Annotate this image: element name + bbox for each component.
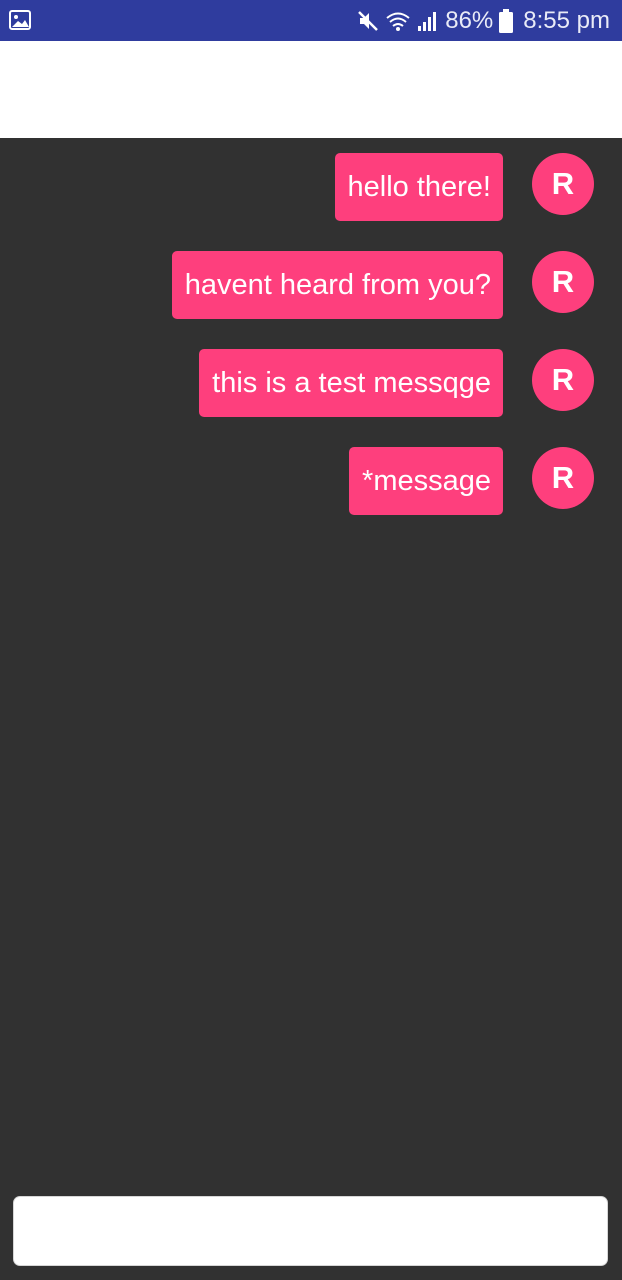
- vibrate-off-icon: [357, 10, 379, 32]
- message-row: *message R: [0, 447, 622, 545]
- message-list: hello there! R havent heard from you? R …: [0, 138, 622, 545]
- signal-icon: [417, 10, 439, 32]
- message-bubble: *message: [349, 447, 503, 515]
- app-bar: [0, 41, 622, 138]
- message-row: havent heard from you? R: [0, 251, 622, 349]
- wifi-icon: [385, 10, 411, 32]
- avatar[interactable]: R: [532, 349, 594, 411]
- battery-icon: [499, 8, 514, 33]
- message-row: hello there! R: [0, 153, 622, 251]
- status-icons: 86% 8:55 pm: [357, 0, 610, 41]
- avatar[interactable]: R: [532, 251, 594, 313]
- avatar[interactable]: R: [532, 447, 594, 509]
- message-bubble: havent heard from you?: [171, 251, 503, 319]
- message-input[interactable]: [13, 1196, 608, 1266]
- message-row: this is a test messqge R: [0, 349, 622, 447]
- image-icon: [9, 10, 31, 30]
- battery-percent: 86%: [445, 7, 494, 34]
- message-bubble: this is a test messqge: [199, 349, 503, 417]
- message-bubble: hello there!: [334, 153, 503, 221]
- status-bar: 86% 8:55 pm: [0, 0, 622, 41]
- clock: 8:55 pm: [523, 7, 610, 34]
- avatar[interactable]: R: [532, 153, 594, 215]
